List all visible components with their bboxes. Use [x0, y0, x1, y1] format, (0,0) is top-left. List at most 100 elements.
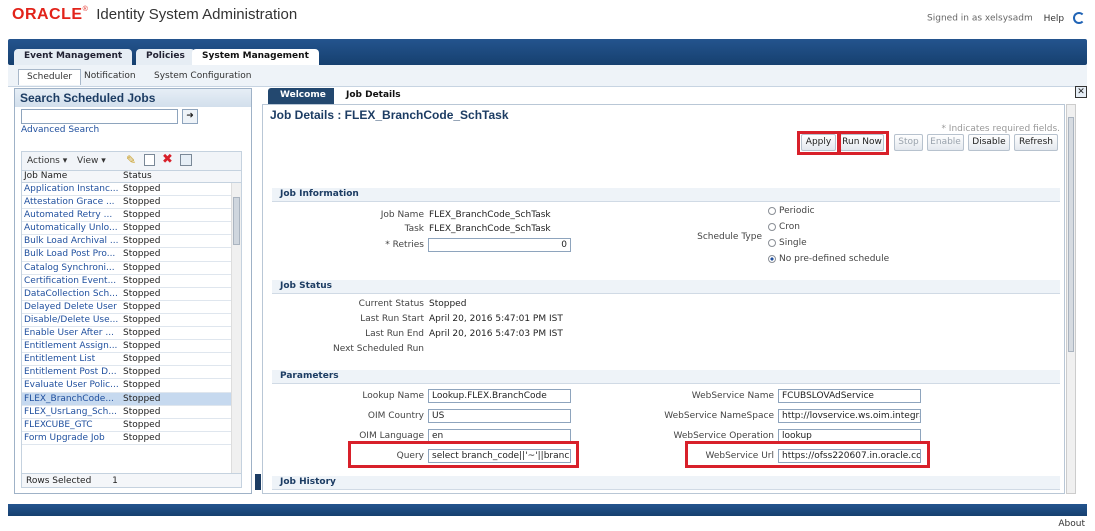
retries-input[interactable]: 0 — [428, 238, 571, 252]
help-link[interactable]: Help — [1044, 14, 1065, 24]
status-cell: Stopped — [123, 288, 161, 299]
table-row[interactable]: Disable/Delete Use... Stopped — [22, 314, 241, 328]
table-row[interactable]: Entitlement List Stopped — [22, 353, 241, 367]
job-history-header: Job History — [272, 476, 1060, 490]
table-row[interactable]: Application Instanc... Stopped — [22, 183, 241, 197]
radio-cron-label: Cron — [779, 222, 800, 232]
table-row[interactable]: Evaluate User Polic... Stopped — [22, 379, 241, 393]
ws-name-input[interactable]: FCUBSLOVAdService — [778, 389, 921, 403]
content-scroll-thumb[interactable] — [1068, 117, 1074, 352]
column-job-name[interactable]: Job Name — [24, 171, 67, 181]
status-cell: Stopped — [123, 314, 161, 325]
job-name-cell[interactable]: Catalog Synchroni... — [24, 263, 118, 273]
create-job-icon[interactable] — [144, 154, 155, 166]
job-name-cell[interactable]: Enable User After ... — [24, 328, 118, 338]
status-cell: Stopped — [123, 393, 161, 404]
about-link[interactable]: About — [1058, 519, 1085, 529]
table-row[interactable]: Enable User After ... Stopped — [22, 327, 241, 341]
subtab-notification[interactable]: Notification — [76, 69, 144, 85]
panel-splitter[interactable] — [255, 474, 261, 490]
table-row[interactable]: Automatically Unlo... Stopped — [22, 222, 241, 236]
table-row[interactable]: Delayed Delete User Stopped — [22, 301, 241, 314]
tab-job-details[interactable]: Job Details — [334, 88, 413, 104]
table-row[interactable]: Bulk Load Post Pro... Stopped — [22, 248, 241, 262]
table-row[interactable]: Attestation Grace ... Stopped — [22, 196, 241, 210]
table-row[interactable]: Automated Retry ... Stopped — [22, 209, 241, 223]
last-run-end-label: Last Run End — [365, 329, 424, 339]
status-cell: Stopped — [123, 380, 161, 391]
subtab-scheduler[interactable]: Scheduler — [18, 69, 82, 85]
stop-button[interactable]: Stop — [894, 134, 923, 151]
refresh-button[interactable]: Refresh — [1014, 134, 1058, 151]
table-row[interactable]: DataCollection Sch... Stopped — [22, 288, 241, 301]
enable-button[interactable]: Enable — [927, 134, 964, 151]
job-name-cell[interactable]: DataCollection Sch... — [24, 289, 118, 299]
status-cell: Stopped — [123, 249, 161, 260]
radio-no-schedule[interactable]: No pre-defined schedule — [768, 254, 889, 264]
job-name-cell[interactable]: Automated Retry ... — [24, 210, 118, 220]
job-name-cell[interactable]: Application Instanc... — [24, 184, 118, 194]
tab-system-management[interactable]: System Management — [192, 49, 319, 65]
radio-single-label: Single — [779, 238, 807, 248]
grid-scrollbar[interactable] — [231, 183, 241, 473]
table-row[interactable]: Entitlement Post D... Stopped — [22, 366, 241, 380]
search-arrow-icon[interactable]: ➜ — [182, 109, 198, 124]
table-row[interactable]: Form Upgrade Job Stopped — [22, 432, 241, 445]
table-row[interactable]: Entitlement Assign... Stopped — [22, 340, 241, 354]
tab-event-management[interactable]: Event Management — [14, 49, 133, 65]
search-input[interactable] — [21, 109, 178, 124]
table-row[interactable]: FLEXCUBE_GTC Stopped — [22, 419, 241, 432]
advanced-search-link[interactable]: Advanced Search — [21, 125, 99, 135]
disable-button[interactable]: Disable — [968, 134, 1010, 151]
radio-cron[interactable]: Cron — [768, 222, 800, 232]
job-name-cell[interactable]: Attestation Grace ... — [24, 197, 118, 207]
radio-periodic[interactable]: Periodic — [768, 206, 815, 216]
job-name-cell[interactable]: Entitlement Assign... — [24, 341, 118, 351]
table-row[interactable]: Bulk Load Archival ... Stopped — [22, 235, 241, 249]
table-row[interactable]: Certification Event... Stopped — [22, 275, 241, 288]
subtab-system-configuration[interactable]: System Configuration — [146, 69, 259, 85]
job-name-cell[interactable]: Delayed Delete User — [24, 302, 118, 312]
ws-namespace-input[interactable]: http://lovservice.ws.oim.integration — [778, 409, 921, 423]
oim-country-input[interactable]: US — [428, 409, 571, 423]
delete-x-icon[interactable]: ✖ — [162, 152, 173, 167]
status-cell: Stopped — [123, 197, 161, 208]
table-row[interactable]: FLEX_UsrLang_Sch... Stopped — [22, 406, 241, 419]
radio-single[interactable]: Single — [768, 238, 807, 248]
content-scrollbar[interactable] — [1066, 104, 1076, 494]
detach-icon[interactable] — [180, 154, 192, 166]
job-name-cell[interactable]: Form Upgrade Job — [24, 433, 118, 443]
edit-pencil-icon[interactable]: ✎ — [126, 153, 136, 167]
header-right: Signed in as xelsysadm Help — [927, 12, 1085, 24]
lookup-name-input[interactable]: Lookup.FLEX.BranchCode — [428, 389, 571, 403]
job-name-cell[interactable]: FLEX_UsrLang_Sch... — [24, 407, 118, 417]
task-value: FLEX_BranchCode_SchTask — [429, 224, 551, 234]
status-cell: Stopped — [123, 262, 161, 273]
grid-scroll-thumb[interactable] — [233, 197, 240, 245]
required-fields-note: * Indicates required fields. — [941, 124, 1060, 134]
tab-policies[interactable]: Policies — [136, 49, 195, 65]
actions-menu[interactable]: Actions ▾ — [27, 156, 67, 166]
job-name-cell[interactable]: Entitlement Post D... — [24, 367, 118, 377]
status-cell: Stopped — [123, 354, 161, 365]
job-name-cell[interactable]: Certification Event... — [24, 276, 118, 286]
job-name-cell[interactable]: Evaluate User Polic... — [24, 380, 118, 390]
job-name-cell[interactable]: FLEXCUBE_GTC — [24, 420, 118, 430]
job-name-cell[interactable]: Disable/Delete Use... — [24, 315, 118, 325]
grid-footer: Rows Selected 1 — [21, 473, 242, 488]
job-name-cell[interactable]: Bulk Load Post Pro... — [24, 249, 118, 259]
table-row[interactable]: FLEX_BranchCode... Stopped — [22, 392, 241, 406]
job-name-cell[interactable]: Entitlement List — [24, 354, 118, 364]
search-scheduled-jobs-panel: Search Scheduled Jobs ➜ Advanced Search … — [14, 88, 252, 494]
column-status[interactable]: Status — [123, 171, 152, 181]
job-name-cell[interactable]: FLEX_BranchCode... — [24, 394, 118, 404]
rows-selected-count: 1 — [112, 476, 118, 486]
close-icon[interactable]: ✕ — [1075, 86, 1087, 98]
table-row[interactable]: Catalog Synchroni... Stopped — [22, 262, 241, 275]
tab-welcome[interactable]: Welcome — [268, 88, 338, 104]
view-menu[interactable]: View ▾ — [77, 156, 106, 166]
status-cell: Stopped — [123, 432, 161, 443]
job-name-cell[interactable]: Automatically Unlo... — [24, 223, 118, 233]
job-name-cell[interactable]: Bulk Load Archival ... — [24, 236, 118, 246]
grid-header: Job Name Status — [21, 171, 242, 183]
